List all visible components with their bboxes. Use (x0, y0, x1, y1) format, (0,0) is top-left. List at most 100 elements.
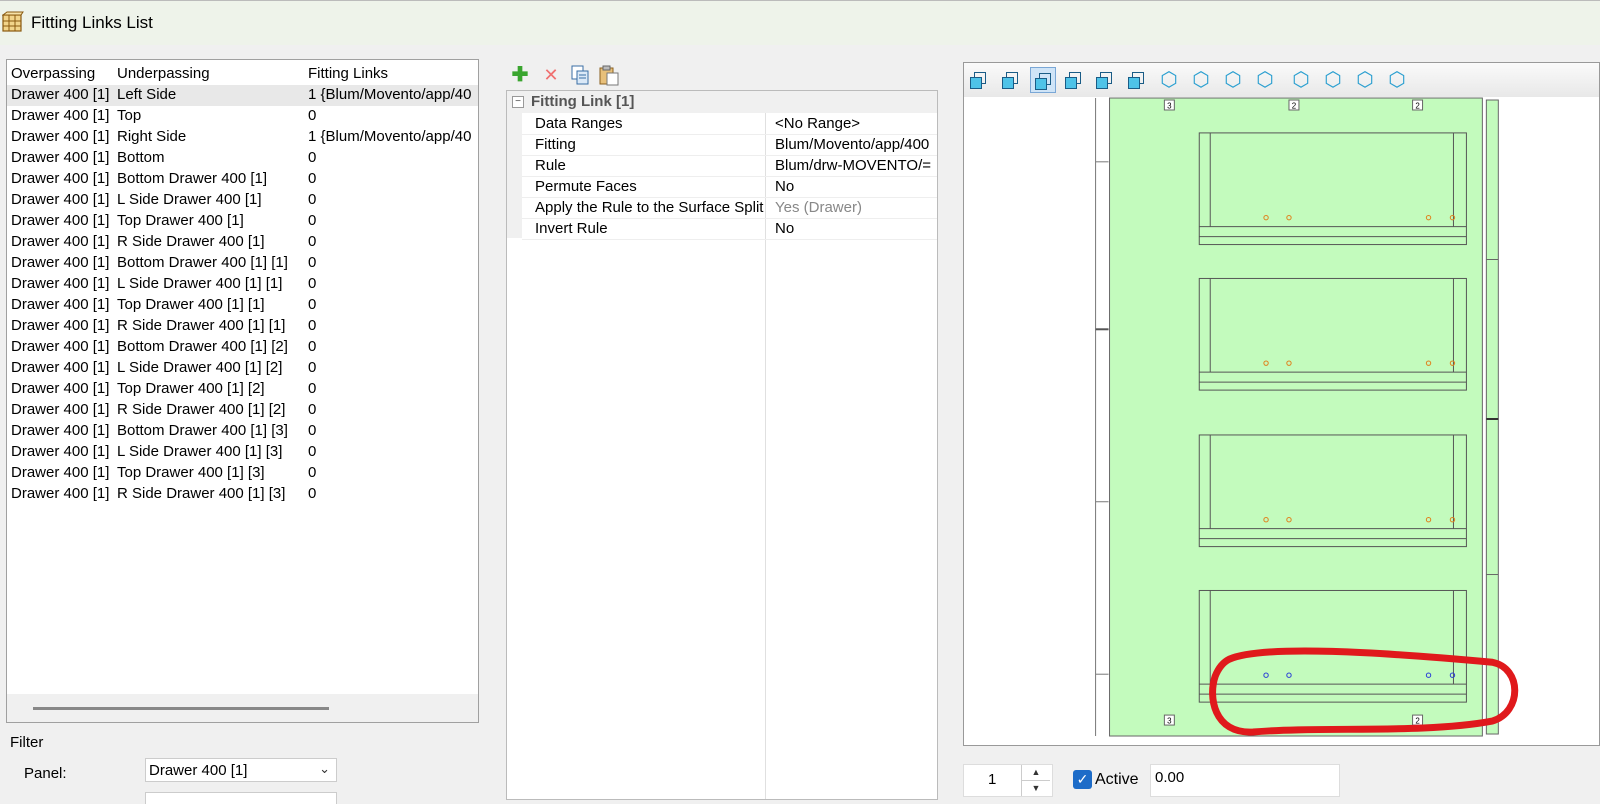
table-row[interactable]: Drawer 400 [1] L Side Drawer 400 [1] [2] 0 (7, 358, 478, 379)
overpassing-cell: Drawer 400 [1] (11, 380, 110, 397)
table-row[interactable]: Drawer 400 [1] L Side Drawer 400 [1] [3] 0 (7, 442, 478, 463)
overpassing-cell: Drawer 400 [1] (11, 338, 110, 355)
underpassing-cell: Right Side (117, 128, 187, 145)
underpassing-cell: Top Drawer 400 [1] [1] (117, 296, 265, 313)
overpassing-cell: Drawer 400 [1] (11, 128, 110, 145)
drawer-back-panel (1109, 97, 1483, 737)
column-header-underpassing[interactable]: Underpassing (117, 65, 210, 82)
table-row[interactable]: Drawer 400 [1] Left Side 1 {Blum/Movento/a… (7, 85, 478, 106)
iso-view-1-icon[interactable]: ⬡ (1156, 67, 1182, 93)
collapse-icon[interactable]: − (512, 96, 524, 108)
bottom-view-icon[interactable] (1124, 67, 1150, 93)
table-row[interactable]: Drawer 400 [1] R Side Drawer 400 [1] [3] 0 (7, 484, 478, 505)
top-view-icon[interactable] (1092, 67, 1118, 93)
table-row[interactable]: Drawer 400 [1] Bottom Drawer 400 [1] [1] 0 (7, 253, 478, 274)
underpassing-cell: Top Drawer 400 [1] [2] (117, 380, 265, 397)
fitting-links-cell: 0 (308, 296, 317, 313)
property-row[interactable]: Data Ranges <No Range> (522, 113, 937, 135)
back-view-icon[interactable] (998, 67, 1024, 93)
filter-group: Filter Panel: Drawer 400 [1] ⌄ (0, 727, 360, 804)
property-row[interactable]: Apply the Rule to the Surface Split Yes (… (522, 197, 937, 219)
table-row[interactable]: Drawer 400 [1] Top Drawer 400 [1] 0 (7, 211, 478, 232)
fitting-links-cell: 0 (308, 149, 317, 166)
fitting-links-cell: 0 (308, 191, 317, 208)
underpassing-cell: Top (117, 107, 142, 124)
underpassing-cell: Left Side (117, 86, 177, 103)
panel-select[interactable]: Drawer 400 [1] ⌄ (145, 758, 337, 782)
underpassing-cell: R Side Drawer 400 [1] (117, 233, 265, 250)
column-header-overpassing[interactable]: Overpassing (11, 65, 95, 82)
table-row[interactable]: Drawer 400 [1] Top Drawer 400 [1] [1] 0 (7, 295, 478, 316)
overpassing-cell: Drawer 400 [1] (11, 359, 110, 376)
overpassing-cell: Drawer 400 [1] (11, 212, 110, 229)
table-row[interactable]: Drawer 400 [1] Right Side 1 {Blum/Movento/… (7, 127, 478, 148)
property-value[interactable]: No (775, 178, 794, 195)
table-row[interactable]: Drawer 400 [1] Top 0 (7, 106, 478, 127)
property-value[interactable]: <No Range> (775, 115, 860, 132)
table-row[interactable]: Drawer 400 [1] Bottom Drawer 400 [1] 0 (7, 169, 478, 190)
iso-view-7-icon[interactable]: ⬡ (1352, 67, 1378, 93)
table-row[interactable]: Drawer 400 [1] Bottom Drawer 400 [1] [2] 0 (7, 337, 478, 358)
iso-view-5-icon[interactable]: ⬡ (1288, 67, 1314, 93)
copy-icon[interactable] (569, 64, 591, 86)
second-filter-field[interactable] (145, 792, 337, 804)
iso-view-3-icon[interactable]: ⬡ (1220, 67, 1246, 93)
table-row[interactable]: Drawer 400 [1] Bottom 0 (7, 148, 478, 169)
property-name: Apply the Rule to the Surface Split (535, 199, 764, 216)
paste-icon[interactable] (598, 64, 620, 86)
counter-spinbox[interactable]: 1 ▲ ▼ (963, 764, 1053, 797)
add-icon[interactable]: ✚ (509, 64, 531, 86)
title-bar: Fitting Links List (0, 0, 1600, 45)
horizontal-scrollbar-thumb[interactable] (33, 707, 329, 710)
column-header-fitting-links[interactable]: Fitting Links (308, 65, 388, 82)
delete-icon[interactable]: ✕ (540, 64, 562, 86)
right-view-icon[interactable] (1061, 67, 1087, 93)
property-name: Data Ranges (535, 115, 623, 132)
dimension-tag: 3 (1167, 717, 1172, 726)
overpassing-cell: Drawer 400 [1] (11, 485, 110, 502)
iso-view-8-icon[interactable]: ⬡ (1384, 67, 1410, 93)
value-field[interactable]: 0.00 (1150, 764, 1340, 797)
property-value[interactable]: Blum/drw-MOVENTO/= (775, 157, 931, 174)
fitting-links-cell: 0 (308, 485, 317, 502)
property-row[interactable]: Permute Faces No (522, 176, 937, 198)
table-row[interactable]: Drawer 400 [1] L Side Drawer 400 [1] 0 (7, 190, 478, 211)
dimension-tag: 2 (1415, 101, 1420, 110)
property-row[interactable]: Fitting Blum/Movento/app/400 (522, 134, 937, 156)
property-value[interactable]: No (775, 220, 794, 237)
property-row[interactable]: Rule Blum/drw-MOVENTO/= (522, 155, 937, 177)
property-name: Fitting (535, 136, 576, 153)
property-value[interactable]: Blum/Movento/app/400 (775, 136, 929, 153)
property-value[interactable]: Yes (Drawer) (775, 199, 862, 216)
property-group-header[interactable]: − Fitting Link [1] (507, 91, 937, 113)
table-row[interactable]: Drawer 400 [1] R Side Drawer 400 [1] 0 (7, 232, 478, 253)
iso-view-6-icon[interactable]: ⬡ (1320, 67, 1346, 93)
spin-down-icon[interactable]: ▼ (1021, 781, 1050, 796)
table-row[interactable]: Drawer 400 [1] L Side Drawer 400 [1] [1] 0 (7, 274, 478, 295)
table-row[interactable]: Drawer 400 [1] Top Drawer 400 [1] [3] 0 (7, 463, 478, 484)
drawer-preview-canvas[interactable]: 3 2 2 3 2 (964, 97, 1599, 746)
iso-view-4-icon[interactable]: ⬡ (1252, 67, 1278, 93)
fitting-links-table[interactable]: Overpassing Underpassing Fitting Links D… (6, 59, 479, 723)
table-row[interactable]: Drawer 400 [1] R Side Drawer 400 [1] [1] 0 (7, 316, 478, 337)
iso-view-2-icon[interactable]: ⬡ (1188, 67, 1214, 93)
table-row[interactable]: Drawer 400 [1] Top Drawer 400 [1] [2] 0 (7, 379, 478, 400)
fitting-links-cell: 0 (308, 212, 317, 229)
3d-viewer[interactable]: ⬡ ⬡ ⬡ ⬡ ⬡ ⬡ ⬡ ⬡ 32232 (963, 62, 1600, 746)
front-view-icon[interactable] (966, 67, 992, 93)
left-view-icon[interactable] (1030, 67, 1056, 93)
active-checkbox[interactable]: ✓ (1073, 770, 1092, 789)
underpassing-cell: L Side Drawer 400 [1] [2] (117, 359, 283, 376)
overpassing-cell: Drawer 400 [1] (11, 86, 110, 103)
underpassing-cell: R Side Drawer 400 [1] [3] (117, 485, 286, 502)
table-row[interactable]: Drawer 400 [1] R Side Drawer 400 [1] [2] 0 (7, 400, 478, 421)
dimension-tag: 2 (1415, 717, 1420, 726)
value-text: 0.00 (1155, 769, 1185, 786)
property-row[interactable]: Invert Rule No (522, 218, 937, 240)
spin-up-icon[interactable]: ▲ (1021, 765, 1050, 781)
fitting-links-cell: 0 (308, 233, 317, 250)
property-name: Permute Faces (535, 178, 637, 195)
property-grid[interactable]: − Fitting Link [1] Data Ranges <No Range>… (506, 90, 938, 800)
fitting-links-cell: 0 (308, 464, 317, 481)
table-row[interactable]: Drawer 400 [1] Bottom Drawer 400 [1] [3] 0 (7, 421, 478, 442)
